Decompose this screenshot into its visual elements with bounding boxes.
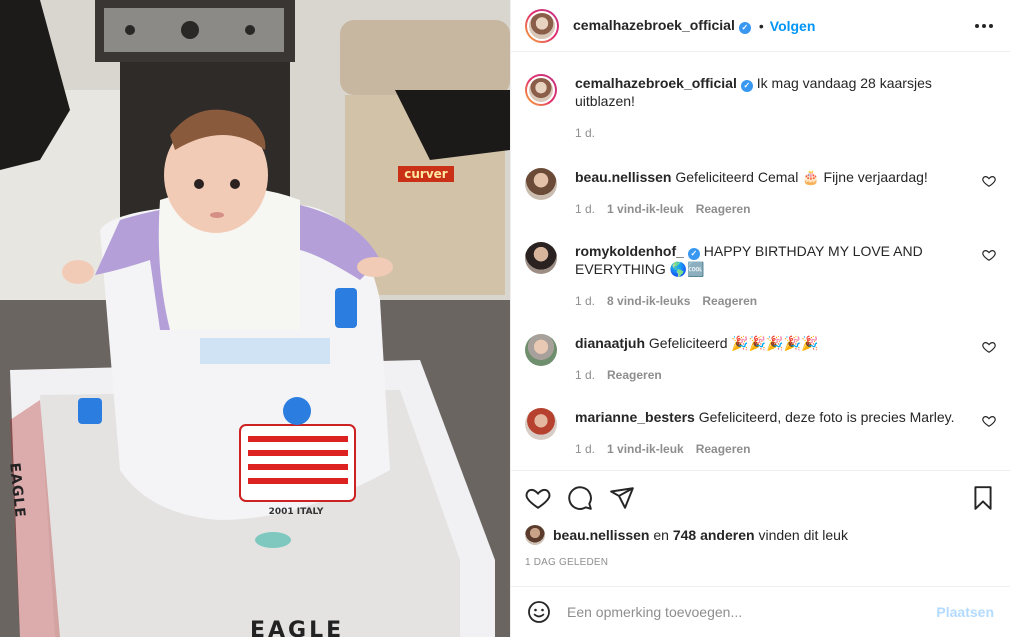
post-actions: beau.nellissen en 748 anderen vinden dit… bbox=[511, 470, 1010, 568]
bookmark-icon[interactable] bbox=[970, 485, 996, 511]
reply-button[interactable]: Reageren bbox=[607, 366, 662, 384]
commenter-avatar[interactable] bbox=[525, 242, 557, 274]
comment-username[interactable]: beau.nellissen bbox=[575, 169, 671, 185]
follow-button[interactable]: Volgen bbox=[770, 18, 816, 34]
caption: cemalhazebroek_official ✓ Ik mag vandaag … bbox=[525, 74, 996, 142]
reply-button[interactable]: Reageren bbox=[702, 292, 757, 310]
likes-others-link[interactable]: 748 anderen bbox=[673, 527, 755, 543]
comment-item: dianaatjuh Gefeliciteerd 🎉🎉🎉🎉🎉 1 d. Reag… bbox=[525, 334, 996, 384]
separator-dot: • bbox=[758, 17, 764, 34]
author-avatar[interactable] bbox=[525, 8, 559, 43]
verified-badge-icon: ✓ bbox=[740, 80, 753, 92]
speech-bubble-icon[interactable] bbox=[567, 485, 593, 511]
comment-likes-link[interactable]: 1 vind-ik-leuk bbox=[607, 440, 684, 458]
paper-plane-icon[interactable] bbox=[609, 485, 635, 511]
post-header: cemalhazebroek_official ✓ • Volgen bbox=[511, 0, 1010, 52]
smiley-icon[interactable] bbox=[527, 600, 551, 624]
comment-username[interactable]: dianaatjuh bbox=[575, 335, 645, 351]
post-side-panel: cemalhazebroek_official ✓ • Volgen cemalh… bbox=[510, 0, 1010, 637]
caption-time: 1 d. bbox=[575, 126, 596, 140]
verified-badge-icon: ✓ bbox=[687, 248, 700, 260]
more-options-button[interactable] bbox=[972, 14, 996, 38]
verified-badge-icon: ✓ bbox=[738, 22, 751, 34]
comment-input[interactable] bbox=[567, 604, 937, 620]
caption-username[interactable]: cemalhazebroek_official bbox=[575, 75, 737, 91]
comment-heart-icon[interactable] bbox=[982, 340, 996, 354]
comment-time: 1 d. bbox=[575, 294, 596, 308]
comment-text: Gefeliciteerd, deze foto is precies Marl… bbox=[698, 409, 955, 425]
comment-text: Gefeliciteerd Cemal 🎂 Fijne verjaardag! bbox=[675, 169, 928, 185]
comment-username[interactable]: romykoldenhof_ bbox=[575, 243, 684, 259]
plate-label: 2001 ITALY bbox=[268, 507, 324, 517]
comments-list[interactable]: cemalhazebroek_official ✓ Ik mag vandaag … bbox=[511, 52, 1010, 470]
comment-item: marianne_besters Gefeliciteerd, deze fot… bbox=[525, 408, 996, 458]
author-username[interactable]: cemalhazebroek_official ✓ bbox=[573, 17, 751, 34]
post-view: curver 2001 ITALY EAGLE EAGLE cemalhazeb… bbox=[0, 0, 1010, 637]
comment-likes-link[interactable]: 1 vind-ik-leuk bbox=[607, 200, 684, 218]
heart-outline-icon[interactable] bbox=[525, 485, 551, 511]
walker-front-label: EAGLE bbox=[250, 618, 345, 637]
likes-suffix: vinden dit leuk bbox=[754, 527, 848, 543]
comment-composer: Plaatsen bbox=[511, 586, 1010, 637]
liker-username[interactable]: beau.nellissen bbox=[553, 527, 649, 543]
comment-time: 1 d. bbox=[575, 368, 596, 382]
post-comment-button[interactable]: Plaatsen bbox=[936, 604, 994, 620]
comment-likes-link[interactable]: 8 vind-ik-leuks bbox=[607, 292, 690, 310]
caption-avatar[interactable] bbox=[525, 74, 557, 106]
sticker-label: curver bbox=[398, 166, 454, 182]
commenter-avatar[interactable] bbox=[525, 408, 557, 440]
action-icons bbox=[525, 471, 996, 525]
reply-button[interactable]: Reageren bbox=[696, 440, 751, 458]
likes-summary: beau.nellissen en 748 anderen vinden dit… bbox=[525, 525, 996, 545]
comment-item: beau.nellissen Gefeliciteerd Cemal 🎂 Fij… bbox=[525, 168, 996, 218]
comment-heart-icon[interactable] bbox=[982, 414, 996, 428]
liker-avatar[interactable] bbox=[525, 525, 545, 545]
more-horizontal-icon bbox=[975, 23, 979, 28]
comment-username[interactable]: marianne_besters bbox=[575, 409, 695, 425]
comment-time: 1 d. bbox=[575, 442, 596, 456]
comment-time: 1 d. bbox=[575, 202, 596, 216]
comment-item: romykoldenhof_ ✓ HAPPY BIRTHDAY MY LOVE A… bbox=[525, 242, 996, 310]
commenter-avatar[interactable] bbox=[525, 334, 557, 366]
comment-text: Gefeliciteerd 🎉🎉🎉🎉🎉 bbox=[648, 335, 819, 351]
post-date[interactable]: 1 DAG GELEDEN bbox=[525, 557, 996, 568]
comment-heart-icon[interactable] bbox=[982, 174, 996, 188]
commenter-avatar[interactable] bbox=[525, 168, 557, 200]
reply-button[interactable]: Reageren bbox=[696, 200, 751, 218]
baby-walker-photo bbox=[0, 0, 510, 637]
post-photo[interactable]: curver 2001 ITALY EAGLE EAGLE bbox=[0, 0, 510, 637]
comment-heart-icon[interactable] bbox=[982, 248, 996, 262]
likes-connector: en bbox=[649, 527, 673, 543]
